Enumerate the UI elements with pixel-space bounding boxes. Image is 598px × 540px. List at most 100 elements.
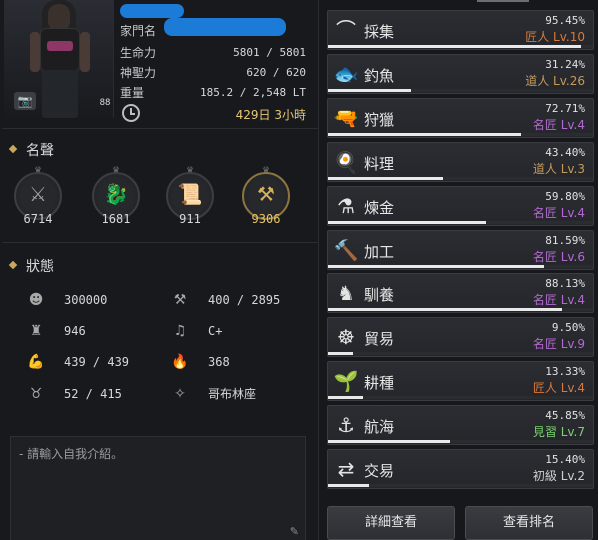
status-item: ♜ 946 — [26, 321, 156, 341]
lifeskill-name: 料理 — [364, 155, 395, 173]
hp-row: 生命力 5801 / 5801 — [120, 44, 306, 62]
clock-icon — [122, 104, 140, 122]
hp-label: 生命力 — [120, 46, 157, 60]
reputation-item: ♛ 📜 911 — [160, 166, 220, 230]
mask-icon: ☻ — [28, 292, 44, 308]
weight-row: 重量 185.2 / 2,548 LT — [120, 84, 306, 102]
lifeskill-level: 匠人 Lv.10 — [525, 30, 585, 44]
lifeskill-row[interactable]: ☸ 貿易 9.50% 名匠 Lv.9 — [327, 317, 594, 357]
divider — [2, 128, 318, 129]
scroll-icon: 📜 — [177, 182, 203, 206]
reputation-item: ♛ ⚒ 9306 — [236, 166, 296, 230]
rifle-icon: 🔫 — [333, 106, 359, 130]
family-name-label: 家門名 — [120, 24, 157, 38]
lifeskill-row[interactable]: 🔨 加工 81.59% 名匠 Lv.6 — [327, 230, 594, 270]
lifeskill-row[interactable]: ⚓ 航海 45.85% 見習 Lv.7 — [327, 405, 594, 445]
redacted-name-mark — [120, 4, 184, 18]
dragon-head-icon: 🐉 — [103, 182, 129, 206]
status-item: ⚒ 400 / 2895 — [170, 290, 310, 310]
self-intro-placeholder: - 請輸入自我介紹。 — [19, 447, 124, 461]
lifeskill-level: 初級 Lv.2 — [532, 469, 585, 483]
ranking-button[interactable]: 查看排名 — [465, 506, 593, 540]
status-item: ☻ 300000 — [26, 290, 156, 310]
lifeskill-row[interactable]: ⚗ 煉金 59.80% 名匠 Lv.4 — [327, 186, 594, 226]
self-intro-input[interactable]: - 請輸入自我介紹。 ✎ — [10, 436, 306, 540]
lifeskill-percent: 13.33% — [545, 365, 585, 378]
lifeskill-percent: 45.85% — [545, 409, 585, 422]
weight-value: 185.2 / 2,548 LT — [200, 86, 306, 99]
reputation-item: ♛ ⚔ 6714 — [8, 166, 68, 230]
weight-label: 重量 — [120, 86, 145, 100]
lifeskill-name: 採集 — [364, 23, 395, 41]
lifeskill-name: 煉金 — [364, 199, 395, 217]
camera-icon[interactable]: 📷 — [14, 92, 36, 110]
status-value: C+ — [208, 324, 223, 338]
status-value: 368 — [208, 355, 230, 369]
lifeskill-percent: 81.59% — [545, 234, 585, 247]
sickle-icon: ⌒ — [336, 18, 356, 42]
wheel-icon: ☸ — [337, 325, 355, 349]
lifeskill-progress-bar — [328, 265, 545, 268]
lifeskill-progress-track — [328, 352, 593, 355]
strength-arm-icon: 💪 — [27, 354, 45, 370]
lifeskill-percent: 72.71% — [545, 102, 585, 115]
lifeskill-percent: 9.50% — [551, 321, 585, 334]
lifeskill-level: 名匠 Lv.4 — [532, 206, 585, 220]
pen-icon[interactable]: ✎ — [290, 525, 299, 538]
lifeskill-progress-bar — [328, 89, 411, 92]
lifeskill-progress-bar — [328, 177, 443, 180]
status-item: 🔥 368 — [170, 352, 310, 372]
status-value: 300000 — [64, 293, 108, 307]
lifeskill-level: 名匠 Lv.4 — [532, 293, 585, 307]
reputation-value: 9306 — [251, 212, 281, 226]
flame-icon: 🔥 — [171, 354, 189, 370]
lifeskill-percent: 59.80% — [545, 190, 585, 203]
lifeskill-row[interactable]: ⌒ 採集 95.45% 匠人 Lv.10 — [327, 10, 594, 50]
lifeskill-row[interactable]: 🍳 料理 43.40% 道人 Lv.3 — [327, 142, 594, 182]
lifeskill-percent: 31.24% — [545, 58, 585, 71]
anchor-icon: ⚓ — [337, 413, 355, 437]
lifeskills-panel: ⌒ 採集 95.45% 匠人 Lv.10 🐟 釣魚 31.24% 道人 Lv.26 🔫 狩獵 72.… — [318, 0, 598, 540]
mp-value: 620 / 620 — [246, 66, 306, 79]
diamond-bullet-icon — [8, 144, 18, 154]
officer-icon: ♜ — [29, 323, 43, 339]
mp-row: 神聖力 620 / 620 — [120, 64, 306, 82]
lifeskill-progress-bar — [328, 308, 562, 311]
lifeskill-name: 耕種 — [364, 374, 395, 392]
lifeskill-progress-bar — [328, 133, 521, 136]
status-value: 400 / 2895 — [208, 293, 281, 307]
crossed-swords-icon: ⚔ — [29, 182, 47, 206]
character-info-panel: 📷 88 家門名 生命力 5801 / 5801 神聖力 620 / 620 重… — [0, 0, 318, 540]
lifeskill-row[interactable]: 🔫 狩獵 72.71% 名匠 Lv.4 — [327, 98, 594, 138]
hammer-icon: 🔨 — [333, 238, 359, 262]
lifeskill-row[interactable]: 🌱 耕種 13.33% 匠人 Lv.4 — [327, 361, 594, 401]
flask-icon: ⚗ — [337, 194, 355, 218]
character-portrait: 📷 88 — [4, 0, 114, 118]
divider — [2, 242, 318, 243]
lifeskill-progress-bar — [328, 396, 364, 399]
status-item: 💪 439 / 439 — [26, 352, 156, 372]
reputation-title: 名聲 — [8, 140, 54, 160]
status-value: 52 / 415 — [64, 387, 122, 401]
reputation-value: 1681 — [101, 212, 131, 226]
lifeskill-percent: 95.45% — [545, 14, 585, 27]
scroll-indicator — [477, 0, 529, 2]
cooking-icon: 🍳 — [333, 150, 359, 174]
lifeskill-level: 名匠 Lv.4 — [532, 118, 585, 132]
status-title: 狀態 — [8, 256, 54, 276]
lifeskill-name: 航海 — [364, 418, 395, 436]
exchange-arrows-icon: ⇄ — [337, 457, 355, 481]
lifeskill-row[interactable]: 🐟 釣魚 31.24% 道人 Lv.26 — [327, 54, 594, 94]
lifeskill-level: 道人 Lv.26 — [525, 74, 585, 88]
reputation-item: ♛ 🐉 1681 — [86, 166, 146, 230]
status-value: 439 / 439 — [64, 355, 130, 369]
mp-label: 神聖力 — [120, 66, 157, 80]
status-item: ♉ 52 / 415 — [26, 384, 156, 404]
lifeskill-row[interactable]: ⇄ 交易 15.40% 初級 Lv.2 — [327, 449, 594, 489]
constellation-icon: ✧ — [174, 386, 186, 402]
lifeskill-row[interactable]: ♞ 馴養 88.13% 名匠 Lv.4 — [327, 273, 594, 313]
lifeskill-progress-bar — [328, 221, 487, 224]
lifeskill-percent: 88.13% — [545, 277, 585, 290]
details-button[interactable]: 詳細查看 — [327, 506, 455, 540]
crossed-tools-icon: ⚒ — [257, 182, 275, 206]
